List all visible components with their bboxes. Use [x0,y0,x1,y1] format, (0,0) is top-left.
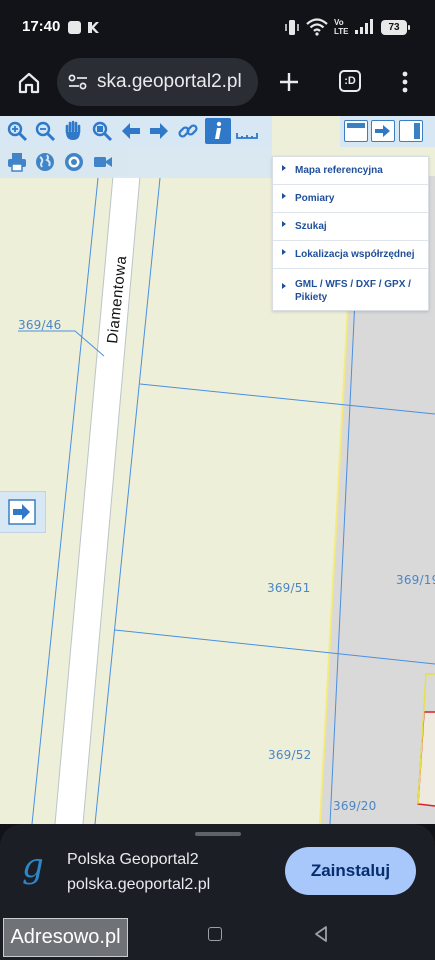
k-app-icon [88,22,99,33]
home-icon[interactable] [17,71,41,95]
url-text[interactable]: ska.geoportal2.pl [97,71,242,93]
tab-count: :D [344,75,356,87]
browser-toolbar: ska.geoportal2.pl :D [0,56,435,116]
app-notification-icon [68,21,81,34]
panel-side-icon[interactable] [399,120,423,142]
geoportal-logo-icon: g [22,846,44,886]
map-toolbar-row-2 [0,147,272,178]
vibrate-icon [285,20,299,35]
status-bar: 17:40 Vo LTE 73 [0,0,435,56]
map-toolbar-row-1 [0,116,272,147]
parcel-label: 369/19 [396,573,435,587]
home-nav-icon[interactable] [208,927,222,941]
back-nav-icon[interactable] [313,925,329,943]
print-icon[interactable] [4,149,30,175]
menu-item-lokalizacja[interactable]: Lokalizacja współrzędnej [273,241,428,269]
site-settings-icon[interactable] [68,74,88,90]
menu-arrow-icon [282,221,286,227]
back-arrow-icon[interactable] [118,118,144,144]
menu-item-label: GML / WFS / DXF / GPX / Pikiety [295,279,411,303]
new-tab-icon[interactable] [277,70,301,94]
app-url: polska.geoportal2.pl [67,876,211,893]
expand-panel-icon [8,499,36,525]
zoom-out-icon[interactable] [32,118,58,144]
info-icon[interactable] [205,118,231,144]
side-panel-toggle[interactable] [0,491,46,533]
zoom-in-icon[interactable] [4,118,30,144]
signal-icon [355,19,373,34]
target-icon[interactable] [61,149,87,175]
volte-top-label: Vo [334,18,344,27]
link-icon[interactable] [175,118,201,144]
camera-icon[interactable] [90,149,116,175]
menu-arrow-icon [282,193,286,199]
panel-window-icon[interactable] [344,120,368,142]
watermark: Adresowo.pl [3,918,128,957]
menu-arrow-icon [282,283,286,289]
parcel-label: 369/52 [268,748,312,762]
menu-item-label: Pomiary [295,193,335,204]
address-bar[interactable]: ska.geoportal2.pl [57,58,258,106]
forward-arrow-icon[interactable] [146,118,172,144]
install-banner: g Polska Geoportal2 polska.geoportal2.pl… [0,824,435,914]
volte-icon: Vo LTE [334,18,350,36]
drag-handle[interactable] [195,832,241,836]
globe-icon[interactable] [32,149,58,175]
parcel-label: 369/51 [267,581,311,595]
wifi-icon [306,18,328,36]
battery-icon: 73 [381,20,410,35]
zoom-window-icon[interactable] [89,118,115,144]
install-button[interactable]: Zainstaluj [285,847,416,895]
menu-item-label: Mapa referencyjna [295,165,383,176]
map-canvas[interactable]: Diamentowa 369/46 369/51 369/19 369/52 3… [0,116,435,824]
tools-menu: Mapa referencyjna Pomiary Szukaj Lokaliz… [272,156,429,311]
tab-switcher-button[interactable]: :D [339,70,361,92]
status-time: 17:40 [22,18,61,35]
menu-item-pomiary[interactable]: Pomiary [273,185,428,213]
parcel-label: 369/46 [18,318,62,332]
measure-icon[interactable] [234,118,260,144]
system-nav-bar: Adresowo.pl [0,914,435,960]
volte-bottom-label: LTE [334,27,349,36]
menu-item-label: Szukaj [295,221,327,232]
pan-hand-icon[interactable] [60,118,86,144]
parcel-label: 369/20 [333,799,377,813]
menu-item-szukaj[interactable]: Szukaj [273,213,428,241]
menu-item-label: Lokalizacja współrzędnej [295,249,415,260]
panel-export-icon[interactable] [371,120,395,142]
app-name: Polska Geoportal2 [67,851,199,868]
menu-item-gml-export[interactable]: GML / WFS / DXF / GPX / Pikiety [273,269,428,310]
panel-controls [340,116,435,147]
more-menu-icon[interactable] [397,69,413,95]
menu-arrow-icon [282,165,286,171]
menu-arrow-icon [282,249,286,255]
menu-item-mapa-referencyjna[interactable]: Mapa referencyjna [273,157,428,185]
